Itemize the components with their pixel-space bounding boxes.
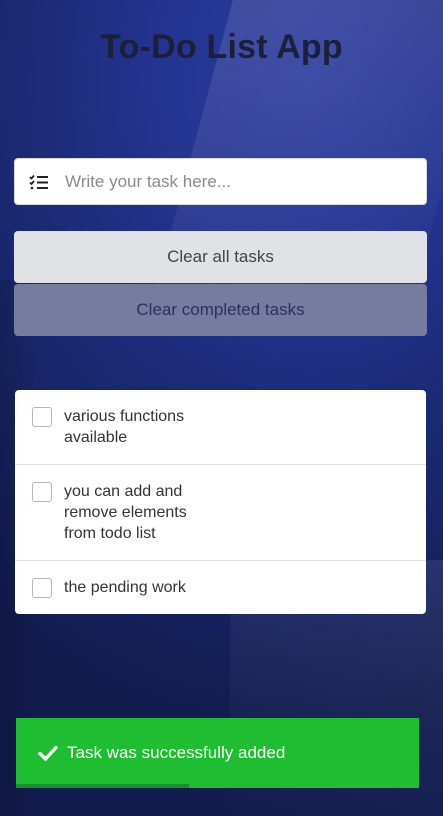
task-input-container	[14, 158, 427, 205]
task-item[interactable]: you can add and remove elements from tod…	[15, 465, 426, 561]
task-text: you can add and remove elements from tod…	[64, 483, 187, 542]
task-checkbox[interactable]	[32, 407, 52, 427]
check-icon	[38, 743, 58, 763]
toast-message: Task was successfully added	[67, 743, 286, 762]
clear-completed-tasks-button[interactable]: Clear completed tasks	[14, 284, 427, 336]
page-title: To-Do List App	[100, 28, 343, 66]
success-toast[interactable]: Task was successfully added	[16, 718, 419, 788]
task-checkbox[interactable]	[32, 578, 52, 598]
task-item[interactable]: various functions available	[15, 390, 426, 465]
task-list-icon	[15, 174, 63, 190]
clear-all-tasks-button[interactable]: Clear all tasks	[14, 231, 427, 283]
task-input[interactable]	[63, 158, 426, 205]
task-list: various functions available you can add …	[15, 390, 426, 614]
task-text: the pending work	[64, 579, 186, 596]
task-checkbox[interactable]	[32, 482, 52, 502]
toast-progress-bar	[16, 784, 190, 788]
task-item[interactable]: the pending work	[15, 561, 426, 614]
task-text: various functions available	[64, 408, 185, 446]
